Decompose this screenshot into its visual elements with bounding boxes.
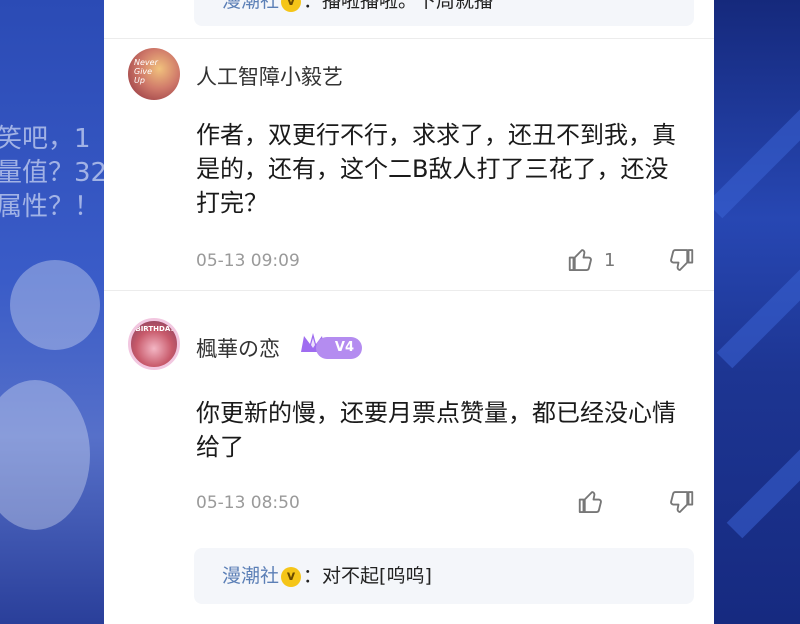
verified-badge-icon: v (281, 0, 302, 12)
like-button[interactable] (566, 245, 596, 275)
background-text: 笑吧，1 (0, 124, 91, 154)
avatar-text: BIRTHDAY (135, 325, 175, 333)
background-stripe (714, 103, 800, 219)
comment-time: 05-13 08:50 (196, 493, 300, 513)
background-stripe (716, 253, 800, 369)
reply-author-name[interactable]: 漫潮社 (222, 565, 279, 587)
like-button[interactable] (576, 487, 606, 517)
verified-badge-icon: v (281, 566, 302, 587)
reply-text: 对不起[呜呜] (322, 565, 432, 587)
thumbs-down-icon (670, 491, 694, 513)
background-right-artwork (714, 0, 800, 624)
reply-author-name[interactable]: 漫潮社 (222, 0, 279, 12)
author-reply[interactable]: 漫潮社 v ：播啦播啦。下周就播 (194, 0, 694, 26)
background-blob (10, 260, 100, 350)
reply-text: 播啦播啦。下周就播 (322, 0, 494, 12)
avatar-text: Give (134, 67, 153, 76)
author-reply[interactable]: 漫潮社 v ：对不起[呜呜] (194, 548, 694, 604)
background-blob (0, 380, 90, 530)
reply-separator: ： (303, 565, 323, 587)
level-badge: V4 (316, 337, 362, 359)
background-left-artwork: 笑吧，1 量值？32 属性？！ (0, 0, 104, 624)
dislike-button[interactable] (666, 487, 696, 517)
dislike-button[interactable] (666, 245, 696, 275)
thumbs-up-icon (578, 491, 602, 513)
background-stripe (726, 423, 800, 539)
avatar[interactable]: Never Give Up (128, 48, 180, 100)
divider (104, 38, 714, 39)
comment-panel: 漫潮社 v ：播啦播啦。下周就播 Never Give Up 人工智障小毅艺 作者，… (104, 0, 714, 624)
thumbs-up-icon (568, 249, 592, 271)
comment-username[interactable]: 人工智障小毅艺 (196, 61, 343, 91)
avatar-text: Up (134, 76, 145, 85)
background-text: 量值？32 (0, 158, 104, 188)
comment-text: 你更新的慢，还要月票点赞量，都已经没心情给了 (196, 399, 676, 461)
divider (104, 290, 714, 291)
background-text: 属性？！ (0, 192, 101, 222)
avatar[interactable]: BIRTHDAY (128, 318, 180, 370)
comment-username[interactable]: 楓華の恋 (196, 333, 280, 363)
avatar-text: Never (134, 58, 158, 67)
reply-separator: ： (303, 0, 323, 12)
comment-time: 05-13 09:09 (196, 251, 300, 271)
comment-text: 作者，双更行不行，求求了，还丑不到我，真是的，还有，这个二B敌人打了三花了，还没… (196, 121, 676, 217)
like-count: 1 (604, 250, 616, 271)
thumbs-down-icon (670, 249, 694, 271)
